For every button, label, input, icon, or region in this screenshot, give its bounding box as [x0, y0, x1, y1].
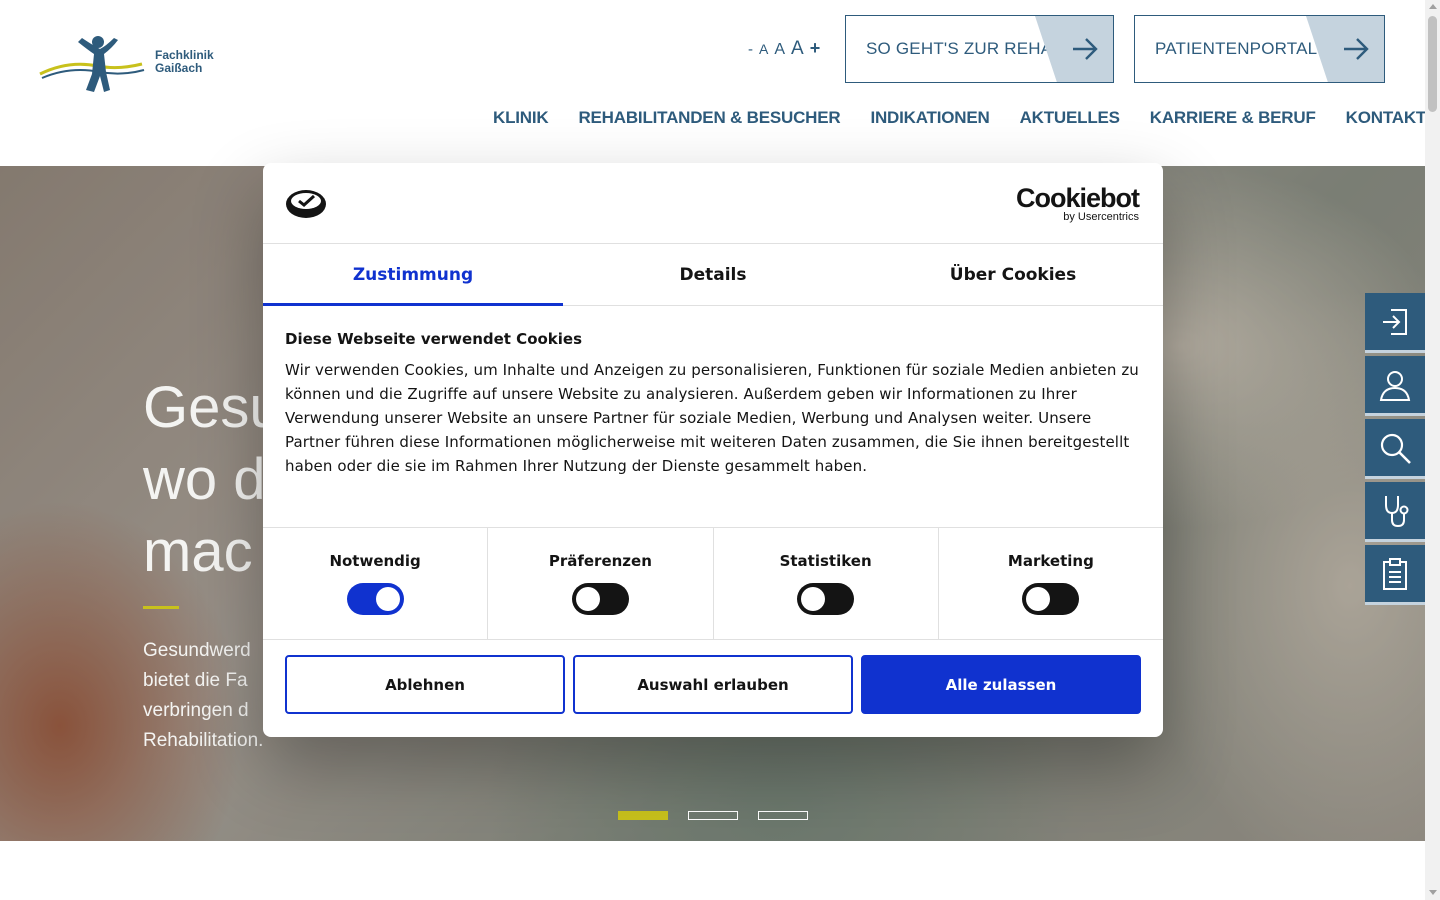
cookie-consent-dialog: Cookiebot by Usercentrics Zustimmung Det…: [263, 163, 1163, 737]
nav-kontakt[interactable]: KONTAKT: [1346, 108, 1427, 128]
side-search-button[interactable]: [1365, 419, 1425, 479]
main-nav: KLINIK REHABILITANDEN & BESUCHER INDIKAT…: [493, 108, 1426, 128]
cookie-dialog-text: Wir verwenden Cookies, um Inhalte und An…: [285, 361, 1139, 475]
cta-reha-arrow: [1035, 16, 1113, 82]
statistiken-toggle[interactable]: [797, 583, 855, 615]
cookiebot-brand[interactable]: Cookiebot by Usercentrics: [1016, 183, 1140, 224]
font-size-increase[interactable]: +: [810, 38, 821, 59]
side-toolbar: [1365, 293, 1425, 608]
logo-text-line2: Gaißach: [155, 61, 203, 75]
category-praeferenzen: Präferenzen: [488, 528, 714, 639]
side-clipboard-button[interactable]: [1365, 545, 1425, 605]
toggle-knob: [375, 587, 400, 611]
side-login-button[interactable]: [1365, 293, 1425, 353]
praeferenzen-toggle[interactable]: [571, 583, 629, 615]
login-icon: [1383, 308, 1407, 335]
cookie-consent-logo-icon: [286, 190, 326, 218]
category-praeferenzen-label: Präferenzen: [548, 552, 652, 570]
slider-dots: [618, 811, 808, 820]
side-user-button[interactable]: [1365, 356, 1425, 416]
cookie-dialog-header: Cookiebot by Usercentrics: [263, 163, 1163, 244]
stethoscope-icon: [1385, 495, 1409, 527]
cookie-dialog-body: Diese Webseite verwendet Cookies Wir ver…: [263, 306, 1163, 528]
search-icon: [1380, 433, 1411, 464]
arrow-right-icon: [1344, 38, 1369, 60]
hero-accent-line: [143, 606, 179, 609]
nav-rehabilitanden-besucher[interactable]: REHABILITANDEN & BESUCHER: [578, 108, 840, 128]
slider-dot-3[interactable]: [758, 811, 808, 820]
allow-all-button[interactable]: Alle zulassen: [861, 655, 1141, 714]
category-notwendig-label: Notwendig: [329, 552, 421, 570]
tab-zustimmung[interactable]: Zustimmung: [263, 244, 563, 306]
cookiebot-brand-name: Cookiebot: [1016, 183, 1140, 213]
category-statistiken: Statistiken: [714, 528, 939, 639]
nav-aktuelles[interactable]: AKTUELLES: [1020, 108, 1120, 128]
font-size-large[interactable]: A: [791, 38, 804, 60]
nav-indikationen[interactable]: INDIKATIONEN: [870, 108, 989, 128]
clipboard-icon: [1383, 557, 1407, 590]
arrow-right-icon: [1073, 38, 1098, 60]
cta-reha-label: SO GEHT'S ZUR REHA: [866, 39, 1053, 58]
allow-selection-button[interactable]: Auswahl erlauben: [573, 655, 853, 714]
logo-text: Fachklinik Gaißach: [155, 49, 214, 75]
category-notwendig: Notwendig: [263, 528, 489, 639]
cta-portal-arrow: [1306, 16, 1384, 82]
page-scrollbar[interactable]: [1425, 0, 1440, 900]
toggle-knob: [1026, 587, 1051, 611]
toggle-knob: [575, 587, 600, 611]
category-marketing: Marketing: [939, 528, 1163, 639]
nav-klinik[interactable]: KLINIK: [493, 108, 549, 128]
font-size-decrease[interactable]: -: [748, 41, 753, 58]
notwendig-toggle[interactable]: [346, 583, 404, 615]
category-statistiken-label: Statistiken: [779, 552, 872, 570]
cookie-category-toggles: Notwendig Präferenzen Statistiken Market…: [263, 528, 1163, 640]
slider-dot-1[interactable]: [618, 811, 668, 820]
tab-details[interactable]: Details: [563, 244, 863, 305]
font-size-medium[interactable]: A: [774, 41, 785, 59]
so-gehts-zur-reha-button[interactable]: SO GEHT'S ZUR REHA: [845, 15, 1114, 83]
toggle-knob: [801, 587, 826, 611]
tab-ueber-cookies[interactable]: Über Cookies: [863, 244, 1163, 305]
scroll-down-arrow-icon[interactable]: [1429, 890, 1437, 895]
site-header: Fachklinik Gaißach - A A A + SO GEHT'S Z…: [0, 0, 1426, 166]
category-marketing-label: Marketing: [1007, 552, 1094, 570]
hero-headline: Gesu wo d mac: [143, 375, 282, 584]
scroll-thumb[interactable]: [1428, 16, 1437, 112]
font-size-small[interactable]: A: [759, 41, 768, 57]
scroll-up-arrow-icon[interactable]: [1429, 4, 1437, 9]
user-icon: [1379, 370, 1411, 401]
patientenportal-button[interactable]: PATIENTENPORTAL: [1134, 15, 1385, 83]
slider-dot-2[interactable]: [688, 811, 738, 820]
cookie-actions: Ablehnen Auswahl erlauben Alle zulassen: [263, 640, 1163, 729]
font-size-controls: - A A A +: [748, 38, 820, 60]
cta-portal-label: PATIENTENPORTAL: [1155, 39, 1318, 58]
nav-karriere-beruf[interactable]: KARRIERE & BERUF: [1150, 108, 1316, 128]
side-stethoscope-button[interactable]: [1365, 482, 1425, 542]
cookie-tabs: Zustimmung Details Über Cookies: [263, 244, 1163, 306]
reject-button[interactable]: Ablehnen: [285, 655, 565, 714]
cookie-dialog-title: Diese Webseite verwendet Cookies: [285, 330, 583, 348]
marketing-toggle[interactable]: [1022, 583, 1080, 615]
